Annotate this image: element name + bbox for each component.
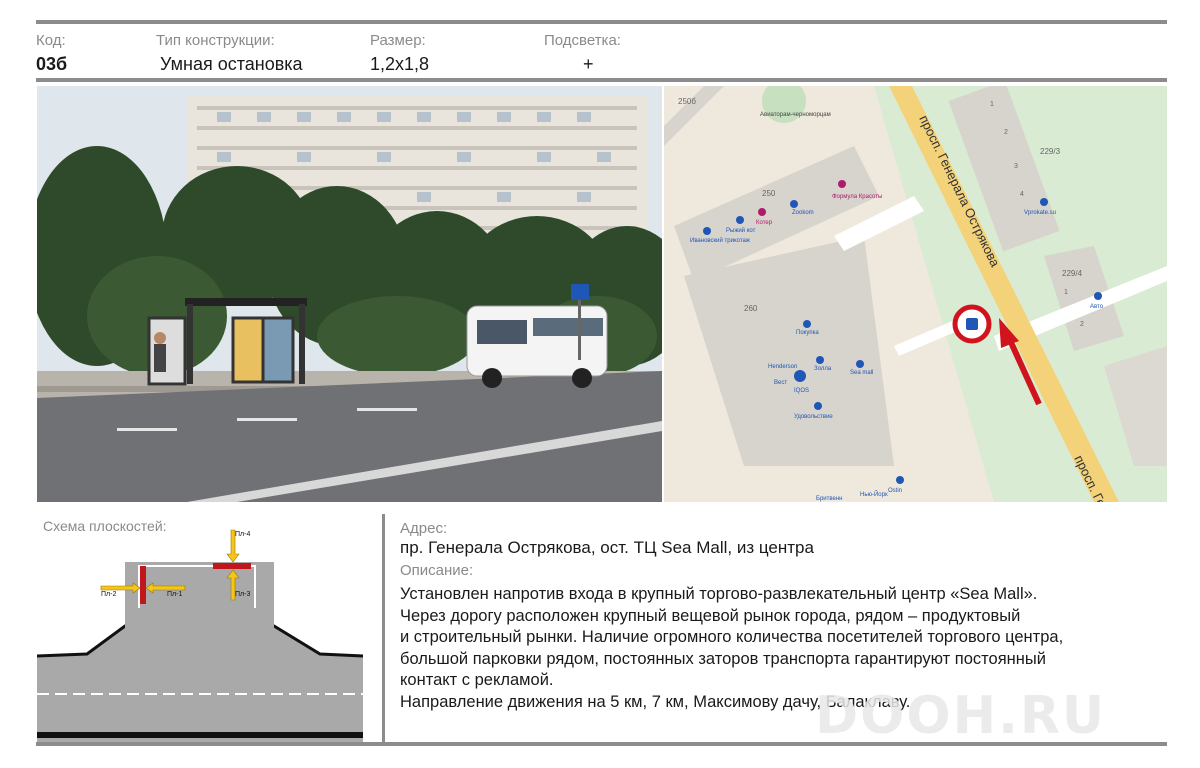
planes-scheme: Схема плоскостей: Пл-1 Пл-2 Пл-3 Пл-4 <box>37 514 382 742</box>
map-place-monument: Авиаторам-черноморцам <box>760 112 831 118</box>
map-number-2: 2 <box>1004 129 1008 136</box>
map-place-udovolstvie: Удовольствие <box>794 414 833 420</box>
light-value: + <box>583 54 594 74</box>
map-place-ostin: Ostin <box>888 488 902 494</box>
map-poi-icon <box>794 370 806 382</box>
map-poi-icon <box>790 200 798 208</box>
plane-label-4: Пл-4 <box>235 531 250 538</box>
map-place-new-york: Нью-Йорк <box>860 490 888 498</box>
code-value: 03б <box>36 54 68 74</box>
map-place-zolla: Золла <box>814 366 832 372</box>
map-place-formula: Формула Красоты <box>832 194 882 200</box>
map-place-trikotazh: Ивановский трикотаж <box>690 237 750 244</box>
size-label: Размер: <box>370 32 426 49</box>
map-place-sea-mall: Sea mall <box>850 370 873 376</box>
map-place-vprokate: Vprokate.su <box>1024 210 1056 216</box>
address-label: Адрес: <box>400 520 448 537</box>
map-number-250: 250 <box>762 189 776 198</box>
map-poi-icon <box>803 320 811 328</box>
plane-label-3: Пл-3 <box>235 591 250 598</box>
map-poi-icon <box>816 356 824 364</box>
map-poi-icon <box>758 208 766 216</box>
section-divider <box>382 514 385 742</box>
top-rule <box>36 20 1167 24</box>
map-place-koter: Котер <box>756 220 773 226</box>
map-number-4: 4 <box>1020 191 1024 198</box>
map-place-henderson: Henderson <box>768 364 797 370</box>
plane-label-2: Пл-2 <box>101 591 116 598</box>
map-poi-icon <box>1094 292 1102 300</box>
type-value: Умная остановка <box>160 54 303 74</box>
watermark: DOOH.RU <box>815 686 1107 746</box>
map-place-vest: Вест <box>774 380 787 386</box>
plane-label-1: Пл-1 <box>167 591 182 598</box>
map-number-1b: 1 <box>1064 289 1068 296</box>
map-place-britvenn: Бритвенн <box>816 496 842 502</box>
map-place-zookom: Zookom <box>792 210 814 216</box>
address-value: пр. Генерала Острякова, ост. ТЦ Sea Mall… <box>400 538 814 557</box>
map-number-1: 1 <box>990 101 994 108</box>
map-number-229-4: 229/4 <box>1062 269 1083 278</box>
map-poi-icon <box>736 216 744 224</box>
bus-stop-photo <box>37 86 662 502</box>
map-number-250b: 250б <box>678 97 696 106</box>
header-rule <box>36 78 1167 82</box>
map-poi-icon <box>703 227 711 235</box>
description-line: большой парковки рядом, постоянных затор… <box>400 649 1046 668</box>
description-label: Описание: <box>400 562 474 579</box>
light-label: Подсветка: <box>544 32 621 49</box>
map-place-iqos: IQOS <box>794 388 809 394</box>
description-line: Установлен напротив входа в крупный торг… <box>400 585 1038 603</box>
map-place-ryzhiy-kot: Рыжий кот <box>726 227 756 234</box>
map-number-2b: 2 <box>1080 321 1084 328</box>
map-poi-icon <box>814 402 822 410</box>
type-label: Тип конструкции: <box>156 32 275 49</box>
code-label: Код: <box>36 32 66 49</box>
description-line: и строительный рынки. Наличие огромного … <box>400 628 1064 646</box>
map-number-3: 3 <box>1014 163 1018 170</box>
map-place-avto: Авто <box>1090 304 1104 310</box>
map-place-pokupka: Покупка <box>796 330 819 336</box>
map-poi-icon <box>856 360 864 368</box>
description-line: Через дорогу расположен крупный вещевой … <box>400 606 1021 625</box>
size-value: 1,2х1,8 <box>370 54 430 74</box>
map-number-229-3: 229/3 <box>1040 147 1061 156</box>
map-number-260: 260 <box>744 304 758 313</box>
bottom-rule <box>36 742 1167 746</box>
map-poi-icon <box>1040 198 1048 206</box>
location-map: просп. Генерала Острякова просп. Гене 25… <box>664 86 1167 502</box>
map-poi-icon <box>896 476 904 484</box>
map-poi-icon <box>838 180 846 188</box>
